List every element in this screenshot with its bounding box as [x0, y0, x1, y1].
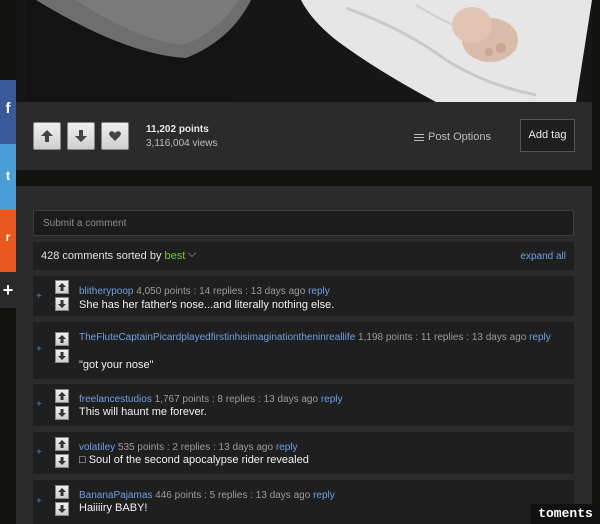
comment-text: She has her father's nose...and literall… [79, 299, 335, 311]
comment-text: This will haunt me forever. [79, 406, 207, 418]
arrow-down-icon [58, 352, 66, 360]
arrow-up-icon [58, 488, 66, 496]
menu-icon [414, 132, 424, 143]
heart-icon [109, 131, 121, 141]
comment-text: Haiiiiry BABY! [79, 502, 148, 514]
arrow-up-icon [58, 283, 66, 291]
expand-comment-icon[interactable]: + [36, 399, 42, 410]
comment-stats: 446 points : 5 replies : 13 days ago [155, 490, 311, 501]
reply-link[interactable]: reply [308, 286, 330, 297]
comment-username[interactable]: volatiley [79, 442, 115, 453]
twitter-share-button[interactable]: t [0, 144, 16, 210]
add-tag-button[interactable]: Add tag [520, 119, 575, 152]
arrow-up-icon [41, 130, 53, 142]
comments-count: 428 comments sorted by best [41, 248, 197, 262]
comment-item: + blitherypoop 4,050 points : 14 replies… [33, 276, 574, 316]
reply-link[interactable]: reply [313, 490, 335, 501]
comment-downvote-button[interactable] [55, 406, 69, 420]
comments-header: 428 comments sorted by best expand all [33, 242, 574, 270]
comments-count-text: 428 comments sorted by [41, 250, 162, 262]
comment-upvote-button[interactable] [55, 332, 69, 346]
arrow-down-icon [75, 130, 87, 142]
watermark: toments [531, 504, 600, 524]
post-image [16, 0, 592, 102]
comment-upvote-button[interactable] [55, 437, 69, 451]
reddit-share-button[interactable]: r [0, 210, 16, 272]
reply-link[interactable]: reply [529, 332, 551, 343]
favorite-button[interactable] [101, 122, 129, 150]
sort-value: best [164, 250, 186, 262]
comment-stats: 4,050 points : 14 replies : 13 days ago [136, 286, 306, 297]
arrow-down-icon [58, 300, 66, 308]
expand-comment-icon[interactable]: + [36, 496, 42, 507]
comment-text: "got your nose" [79, 359, 154, 371]
arrow-down-icon [58, 409, 66, 417]
expand-comment-icon[interactable]: + [36, 291, 42, 302]
post-options-label: Post Options [428, 131, 491, 143]
comment-meta: TheFluteCaptainPicardplayedfirstinhisima… [79, 331, 566, 344]
more-share-button[interactable]: + [0, 272, 16, 308]
comment-upvote-button[interactable] [55, 389, 69, 403]
comment-downvote-button[interactable] [55, 297, 69, 311]
post-views: 3,116,004 views [146, 138, 218, 149]
comment-meta: BananaPajamas 446 points : 5 replies : 1… [79, 489, 566, 502]
comment-stats: 535 points : 2 replies : 13 days ago [117, 442, 274, 453]
comment-meta: freelancestudios 1,767 points : 8 replie… [79, 393, 566, 406]
arrow-down-icon [58, 457, 66, 465]
comment-text: □ Soul of the second apocalypse rider re… [79, 454, 309, 466]
comment-item: + freelancestudios 1,767 points : 8 repl… [33, 384, 574, 426]
comment-item: + TheFluteCaptainPicardplayedfirstinhisi… [33, 322, 574, 379]
twitter-icon: t [5, 168, 11, 183]
plus-icon: + [2, 280, 14, 300]
post-options-button[interactable]: Post Options [414, 131, 491, 143]
expand-all-link[interactable]: expand all [520, 251, 566, 262]
arrow-up-icon [58, 440, 66, 448]
comment-username[interactable]: TheFluteCaptainPicardplayedfirstinhisima… [79, 332, 355, 343]
post-points: 11,202 points [146, 124, 209, 135]
downvote-button[interactable] [67, 122, 95, 150]
comment-upvote-button[interactable] [55, 485, 69, 499]
comment-downvote-button[interactable] [55, 454, 69, 468]
arrow-down-icon [58, 505, 66, 513]
post-info-bar: 11,202 points 3,116,004 views Post Optio… [16, 102, 592, 170]
comment-meta: blitherypoop 4,050 points : 14 replies :… [79, 285, 566, 298]
arrow-up-icon [58, 392, 66, 400]
reddit-icon: r [5, 230, 11, 244]
comment-item: + BananaPajamas 446 points : 5 replies :… [33, 480, 574, 524]
arrow-up-icon [58, 335, 66, 343]
upvote-button[interactable] [33, 122, 61, 150]
comment-downvote-button[interactable] [55, 502, 69, 516]
comment-username[interactable]: blitherypoop [79, 286, 133, 297]
comment-stats: 1,198 points : 11 replies : 13 days ago [358, 332, 527, 343]
comment-username[interactable]: freelancestudios [79, 394, 152, 405]
comment-username[interactable]: BananaPajamas [79, 490, 152, 501]
comment-stats: 1,767 points : 8 replies : 13 days ago [154, 394, 319, 405]
comment-upvote-button[interactable] [55, 280, 69, 294]
reply-link[interactable]: reply [321, 394, 343, 405]
expand-comment-icon[interactable]: + [36, 447, 42, 458]
comments-panel: Submit a comment 428 comments sorted by … [16, 186, 592, 524]
chevron-down-icon [188, 248, 197, 258]
reply-link[interactable]: reply [276, 442, 298, 453]
facebook-share-button[interactable]: f [0, 80, 16, 144]
comment-meta: volatiley 535 points : 2 replies : 13 da… [79, 441, 566, 454]
facebook-icon: f [5, 100, 11, 117]
comment-input[interactable]: Submit a comment [33, 210, 574, 236]
comment-item: + volatiley 535 points : 2 replies : 13 … [33, 432, 574, 474]
comment-downvote-button[interactable] [55, 349, 69, 363]
sort-dropdown[interactable]: best [164, 248, 197, 262]
expand-comment-icon[interactable]: + [36, 344, 42, 355]
